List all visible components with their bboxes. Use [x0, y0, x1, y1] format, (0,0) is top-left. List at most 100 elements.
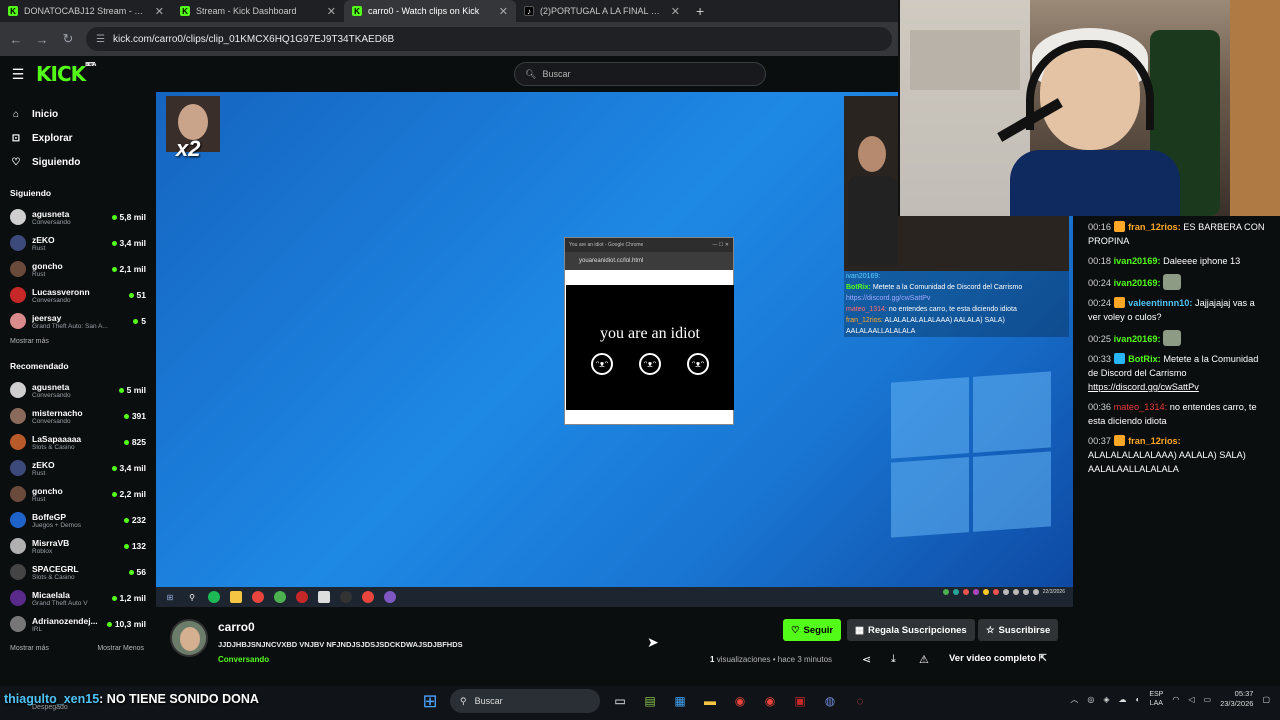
sidebar-channel[interactable]: goncho Rust 2,1 mil — [0, 256, 156, 282]
app-icon[interactable]: ▤ — [640, 691, 660, 711]
menu-icon[interactable]: ☰ — [0, 66, 36, 83]
clip-stats: 1 visualizaciones • hace 3 minutos — [710, 655, 833, 664]
browser-tab[interactable]: Kcarro0 - Watch clips on Kick ✕ — [344, 0, 516, 22]
app-icon — [384, 591, 396, 603]
language-indicator[interactable]: ESP LAA — [1149, 690, 1163, 708]
sidebar-channel[interactable]: BoffeGP Juegos + Demos 232 — [0, 507, 156, 533]
chat-username[interactable]: ivan20169: — [1114, 278, 1161, 288]
viewer-count-text: 10,3 mil — [114, 619, 146, 629]
chat-link[interactable]: https://discord.gg/cwSattPv — [1088, 382, 1199, 392]
viewer-count: 391 — [123, 411, 146, 421]
calculator-icon[interactable]: ▦ — [670, 691, 690, 711]
viewer-count-text: 5 — [141, 316, 146, 326]
back-icon[interactable]: ← — [8, 32, 24, 47]
sidebar-channel[interactable]: MisrraVB Roblox 132 — [0, 533, 156, 559]
sidebar-channel[interactable]: SPACEGRL Slots & Casino 56 — [0, 559, 156, 585]
notification-icon[interactable]: ▢ — [1262, 695, 1270, 704]
report-icon[interactable]: ⚠ — [919, 653, 929, 666]
tray-app-icon[interactable]: ☁ — [1119, 695, 1127, 704]
chrome-icon[interactable]: ◉ — [730, 691, 750, 711]
battery-icon[interactable]: ▭ — [1204, 695, 1212, 704]
category-link[interactable]: Conversando — [218, 655, 269, 664]
close-icon[interactable]: ✕ — [671, 5, 680, 18]
browser-tab[interactable]: K Stream - Kick Dashboard ✕ — [172, 0, 344, 22]
share-icon[interactable]: ⋖ — [862, 653, 871, 666]
sidebar-channel[interactable]: Micaelala Grand Theft Auto V 1,2 mil — [0, 585, 156, 611]
avatar — [10, 287, 26, 303]
sidebar-channel[interactable]: agusneta Conversando 5 mil — [0, 377, 156, 403]
discord-icon[interactable]: ◍ — [820, 691, 840, 711]
chat-username[interactable]: BotRix: — [1128, 354, 1161, 364]
nav-inicio[interactable]: ⌂ Inicio — [0, 102, 156, 126]
viewer-count-text: 5,8 mil — [119, 212, 146, 222]
chat-panel: 00:16 fran_12rios: ES BARBERA CON PROPIN… — [1074, 216, 1280, 686]
tray-app-icon[interactable]: ◐ — [1136, 695, 1141, 704]
volume-icon[interactable]: ◁ — [1188, 695, 1194, 704]
kick-logo[interactable]: KICKBETA — [36, 62, 96, 86]
search-input[interactable]: 🔍︎ Buscar — [514, 62, 766, 86]
close-icon[interactable]: ✕ — [327, 5, 336, 18]
channel-name: zEKO — [32, 234, 55, 245]
chat-username[interactable]: fran_12rios: — [1128, 222, 1181, 232]
channel-category: Conversando — [32, 296, 71, 304]
site-info-icon[interactable]: ☰ — [96, 34, 105, 45]
overlay-chat-link: https://discord.gg/cwSattPv — [846, 295, 931, 302]
channel-avatar[interactable] — [170, 619, 208, 657]
gift-subs-button[interactable]: ▦ Regala Suscripciones — [847, 619, 975, 641]
chevron-up-icon[interactable]: ︿ — [1070, 694, 1078, 705]
app-icon[interactable]: ◌ — [850, 691, 870, 711]
windows-start-icon[interactable]: ⊞ — [420, 691, 440, 711]
overlay-chat-user: ivan20169: — [846, 273, 881, 280]
app-icon — [296, 591, 308, 603]
windows-search-input[interactable]: ⚲ Buscar — [450, 689, 600, 713]
chrome-icon — [252, 591, 264, 603]
tray-app-icon[interactable]: ◈ — [1103, 695, 1109, 704]
chat-username[interactable]: ivan20169: — [1114, 256, 1161, 266]
new-tab-icon[interactable]: + — [688, 3, 712, 19]
url-field[interactable]: ☰ kick.com/carro0/clips/clip_01KMCX6HQ1G… — [86, 27, 892, 51]
reload-icon[interactable]: ↻ — [60, 31, 76, 47]
chat-username[interactable]: fran_12rios: — [1128, 436, 1181, 446]
forward-icon[interactable]: → — [34, 32, 50, 47]
sidebar-channel[interactable]: jeersay Grand Theft Auto: San A... 5 — [0, 308, 156, 334]
full-video-link[interactable]: Ver video completo ⇱ — [949, 653, 1047, 664]
tab-label: DONATOCABJ12 Stream - Watc — [24, 6, 149, 16]
close-icon[interactable]: ✕ — [499, 5, 508, 18]
sidebar-channel[interactable]: goncho Rust 2,2 mil — [0, 481, 156, 507]
wifi-icon[interactable]: ◠ — [1172, 695, 1179, 704]
live-dot-icon — [123, 543, 129, 549]
channel-name: agusneta — [32, 381, 70, 392]
close-icon[interactable]: ✕ — [155, 5, 164, 18]
nav-siguiendo[interactable]: ♡ Siguiendo — [0, 150, 156, 174]
app-icon[interactable]: ▣ — [790, 691, 810, 711]
tray-app-icon[interactable]: ◎ — [1087, 695, 1094, 704]
chat-username[interactable]: mateo_1314: — [1114, 402, 1168, 412]
sidebar-channel[interactable]: Lucassveronn Conversando 51 — [0, 282, 156, 308]
channel-name[interactable]: carro0 — [218, 620, 255, 634]
sidebar-channel[interactable]: misternacho Conversando 391 — [0, 403, 156, 429]
avatar — [10, 313, 26, 329]
sidebar-channel[interactable]: agusneta Conversando 5,8 mil — [0, 204, 156, 230]
follow-button[interactable]: ♡ Seguir — [783, 619, 842, 641]
folder-icon[interactable]: ▬ — [700, 691, 720, 711]
chrome-icon[interactable]: ◉ — [760, 691, 780, 711]
following-list: agusneta Conversando 5,8 mil zEKO Rust 3,4 mi… — [0, 204, 156, 334]
clock[interactable]: 05:37 23/3/2026 — [1220, 689, 1253, 709]
download-icon[interactable]: ⤓ — [891, 653, 896, 666]
show-more-following[interactable]: Mostrar más — [0, 338, 156, 345]
sidebar-channel[interactable]: LaSapaaaaa Slots & Casino 825 — [0, 429, 156, 455]
sidebar-channel[interactable]: Adrianozendej... IRL 10,3 mil — [0, 611, 156, 637]
channel-category: Slots & Casino — [32, 443, 75, 451]
user-badge-icon — [1113, 297, 1125, 308]
chat-username[interactable]: valeentinnn10: — [1128, 298, 1192, 308]
subscribe-button[interactable]: ☆ Suscribirse — [978, 619, 1059, 641]
task-view-icon[interactable]: ▭ — [610, 691, 630, 711]
chat-username[interactable]: ivan20169: — [1114, 334, 1161, 344]
sidebar-channel[interactable]: zEKO Rust 3,4 mil — [0, 455, 156, 481]
show-less-recommended[interactable]: Mostrar Menos — [97, 645, 144, 652]
browser-tab[interactable]: K DONATOCABJ12 Stream - Watc ✕ — [0, 0, 172, 22]
browser-tab[interactable]: ♪ (2)PORTUGAL A LA FINAL CON ✕ — [516, 0, 688, 22]
sidebar-channel[interactable]: zEKO Rust 3,4 mil — [0, 230, 156, 256]
nav-explorar[interactable]: ⊡ Explorar — [0, 126, 156, 150]
show-more-recommended[interactable]: Mostrar más — [10, 645, 49, 652]
